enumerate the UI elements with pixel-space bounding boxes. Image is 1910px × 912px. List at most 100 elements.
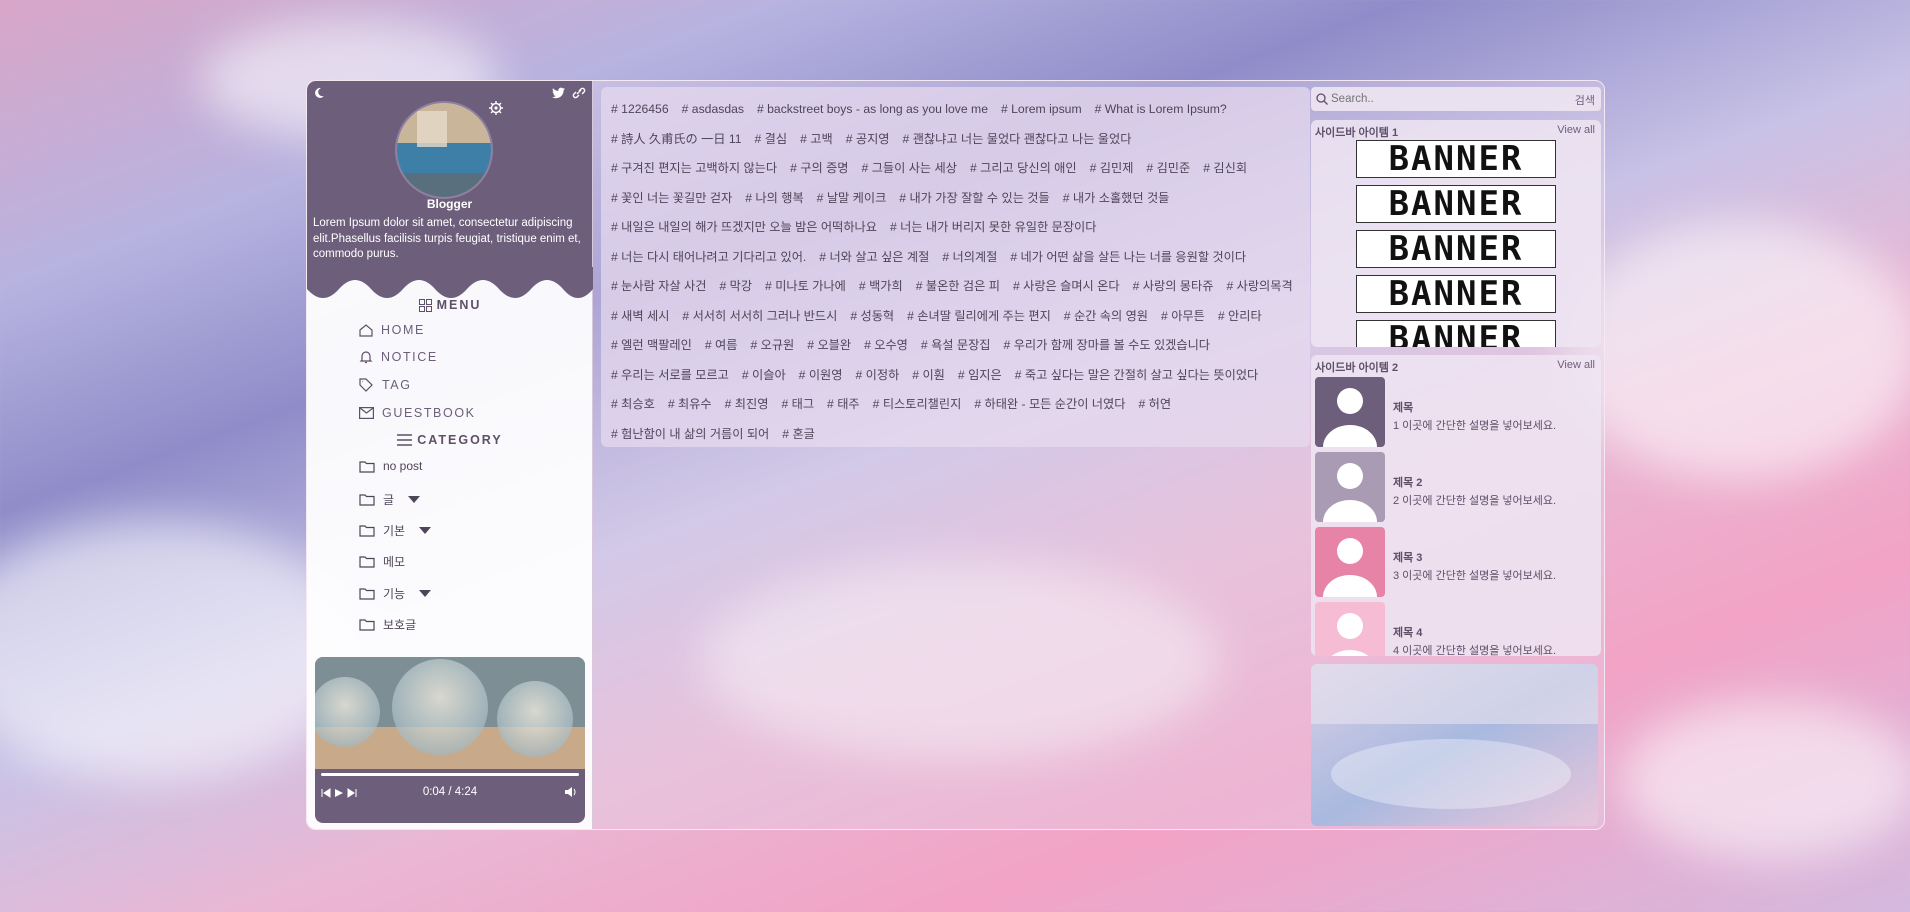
tag-link[interactable]: backstreet boys - as long as you love me <box>757 95 988 125</box>
tag-link[interactable]: 백가희 <box>859 272 903 302</box>
volume-icon[interactable] <box>564 786 577 798</box>
search-button[interactable]: 검색 <box>1575 92 1595 108</box>
tag-link[interactable]: 새벽 세시 <box>611 302 669 332</box>
tag-link[interactable]: 오블완 <box>807 331 851 361</box>
tag-link[interactable]: 엘런 맥팔레인 <box>611 331 692 361</box>
tag-link[interactable]: 사랑의 몽타쥬 <box>1133 272 1214 302</box>
tag-link[interactable]: 너는 내가 버리지 못한 유일한 문장이다 <box>890 213 1096 243</box>
tag-link[interactable]: 괜찮냐고 너는 물었다 괜찮다고 나는 울었다 <box>903 125 1132 155</box>
tag-link[interactable]: 네가 어떤 삶을 살든 나는 너를 응원할 것이다 <box>1010 243 1247 273</box>
tag-link[interactable]: 너와 살고 싶은 계절 <box>819 243 929 273</box>
tag-link[interactable]: 오규원 <box>750 331 795 361</box>
gear-icon[interactable] <box>489 101 503 115</box>
tag-link[interactable]: 안리타 <box>1218 302 1262 332</box>
category-item[interactable]: 기본 <box>359 522 432 539</box>
tag-link[interactable]: 김신회 <box>1203 154 1247 184</box>
tag-link[interactable]: 최진영 <box>725 390 769 420</box>
tag-link[interactable]: 날말 케이크 <box>817 184 886 214</box>
tag-link[interactable]: 불온한 검은 피 <box>916 272 1000 302</box>
tag-link[interactable]: 1226456 <box>611 95 668 125</box>
tag-link[interactable]: 김민준 <box>1146 154 1191 184</box>
tag-link[interactable]: 눈사람 자살 사건 <box>611 272 706 302</box>
tag-link[interactable]: 손녀딸 릴리에게 주는 편지 <box>907 302 1051 332</box>
nav-item-notice[interactable]: NOTICE <box>359 350 438 364</box>
tag-link[interactable]: 이정하 <box>855 361 900 391</box>
nav-item-home[interactable]: HOME <box>359 323 425 337</box>
tag-link[interactable]: 순간 속의 영원 <box>1064 302 1148 332</box>
nav-item-guestbook[interactable]: GUESTBOOK <box>359 406 476 420</box>
view-all-link[interactable]: View all <box>1557 124 1595 136</box>
tag-link[interactable]: 임지은 <box>958 361 1002 391</box>
nav-item-tag[interactable]: TAG <box>359 378 412 392</box>
tag-link[interactable]: asdasdas <box>682 95 744 125</box>
tag-link[interactable]: 욕설 문장집 <box>921 331 990 361</box>
avatar[interactable] <box>395 101 493 199</box>
tag-link[interactable]: 죽고 싶다는 말은 간절히 살고 싶다는 뜻이었다 <box>1015 361 1258 391</box>
tag-link[interactable]: 사랑은 슬며시 온다 <box>1013 272 1119 302</box>
tag-link[interactable]: 혼글 <box>782 420 814 450</box>
tag-link[interactable]: 허연 <box>1138 390 1171 420</box>
category-item[interactable]: 글 <box>359 491 421 508</box>
list-item[interactable]: 제목 3 3 이곳에 간단한 설명을 넣어보세요. <box>1311 527 1601 602</box>
tag-link[interactable]: 하태완 - 모든 순간이 너였다 <box>974 390 1126 420</box>
tag-link[interactable]: 오수영 <box>864 331 908 361</box>
tag-link[interactable]: 태그 <box>781 390 814 420</box>
banner-ad[interactable]: BANNER <box>1356 319 1556 347</box>
tag-link[interactable]: 내가 가장 잘할 수 있는 것들 <box>899 184 1049 214</box>
tag-link[interactable]: 詩人 久甫氏の 一日 11 <box>611 125 741 155</box>
tag-link[interactable]: 이훤 <box>912 361 944 391</box>
link-icon[interactable] <box>572 87 586 99</box>
tag-link[interactable]: 막강 <box>719 272 752 302</box>
tag-link[interactable]: 우리는 서로를 모르고 <box>611 361 729 391</box>
tag-link[interactable]: 너의계절 <box>942 243 998 273</box>
banner-ad[interactable]: BANNER <box>1356 139 1556 179</box>
tag-link[interactable]: 구겨진 편지는 고백하지 않는다 <box>611 154 777 184</box>
tag-link[interactable]: 내가 소홀했던 것들 <box>1063 184 1169 214</box>
moon-icon[interactable] <box>313 87 325 99</box>
tag-link[interactable]: 아무튼 <box>1161 302 1205 332</box>
progress-bar[interactable] <box>321 773 579 776</box>
tag-link[interactable]: 공지영 <box>846 125 890 155</box>
tag-link[interactable]: 태주 <box>827 390 859 420</box>
banner-ad[interactable]: BANNER <box>1356 184 1556 224</box>
tag-link[interactable]: 그들이 사는 세상 <box>862 154 957 184</box>
category-item[interactable]: no post <box>359 459 422 473</box>
tag-link[interactable]: 여름 <box>705 331 737 361</box>
caret-down-icon[interactable] <box>419 527 432 534</box>
tag-link[interactable]: 최유수 <box>668 390 712 420</box>
tag-link[interactable]: 서서히 서서히 그러나 반드시 <box>682 302 838 332</box>
list-item[interactable]: 제목 4 4 이곳에 간단한 설명을 넣어보세요. <box>1311 602 1601 656</box>
twitter-icon[interactable] <box>552 87 566 99</box>
tag-link[interactable]: 구의 증명 <box>790 154 848 184</box>
search-input[interactable] <box>1331 90 1531 108</box>
tag-link[interactable]: 험난함이 내 삶의 거름이 되어 <box>611 420 769 450</box>
tag-link[interactable]: 결심 <box>754 125 787 155</box>
tag-link[interactable]: 고백 <box>800 125 832 155</box>
tag-link[interactable]: 김민제 <box>1090 154 1134 184</box>
caret-down-icon[interactable] <box>408 496 421 503</box>
tag-link[interactable]: 티스토리챌린지 <box>873 390 962 420</box>
tag-link[interactable]: 내일은 내일의 해가 뜨겠지만 오늘 밤은 어떡하나요 <box>611 213 877 243</box>
category-item[interactable]: 보호글 <box>359 616 416 633</box>
list-item[interactable]: 제목 1 이곳에 간단한 설명을 넣어보세요. <box>1311 377 1601 452</box>
category-item[interactable]: 메모 <box>359 553 405 570</box>
tag-link[interactable]: 꽃인 너는 꽃길만 걷자 <box>611 184 732 214</box>
tag-link[interactable]: 이원영 <box>799 361 843 391</box>
category-item[interactable]: 기능 <box>359 585 432 602</box>
tag-link[interactable]: Lorem ipsum <box>1001 95 1081 125</box>
tag-link[interactable]: 너는 다시 태어나려고 기다리고 있어. <box>611 243 806 273</box>
list-item[interactable]: 제목 2 2 이곳에 간단한 설명을 넣어보세요. <box>1311 452 1601 527</box>
tag-link[interactable]: 미나토 가나에 <box>765 272 846 302</box>
banner-ad[interactable]: BANNER <box>1356 274 1556 314</box>
tag-link[interactable]: 그리고 당신의 애인 <box>970 154 1076 184</box>
tag-link[interactable]: 최승호 <box>611 390 655 420</box>
banner-ad[interactable]: BANNER <box>1356 229 1556 269</box>
tag-link[interactable]: 사랑의목격 <box>1226 272 1293 302</box>
caret-down-icon[interactable] <box>419 590 432 597</box>
tag-link[interactable]: 성동혁 <box>850 302 894 332</box>
tag-link[interactable]: 이슬아 <box>742 361 786 391</box>
tag-link[interactable]: 우리가 함께 장마를 볼 수도 있겠습니다 <box>1004 331 1210 361</box>
view-all-link[interactable]: View all <box>1557 359 1595 371</box>
tag-link[interactable]: What is Lorem Ipsum? <box>1095 95 1227 125</box>
tag-link[interactable]: 나의 행복 <box>745 184 803 214</box>
